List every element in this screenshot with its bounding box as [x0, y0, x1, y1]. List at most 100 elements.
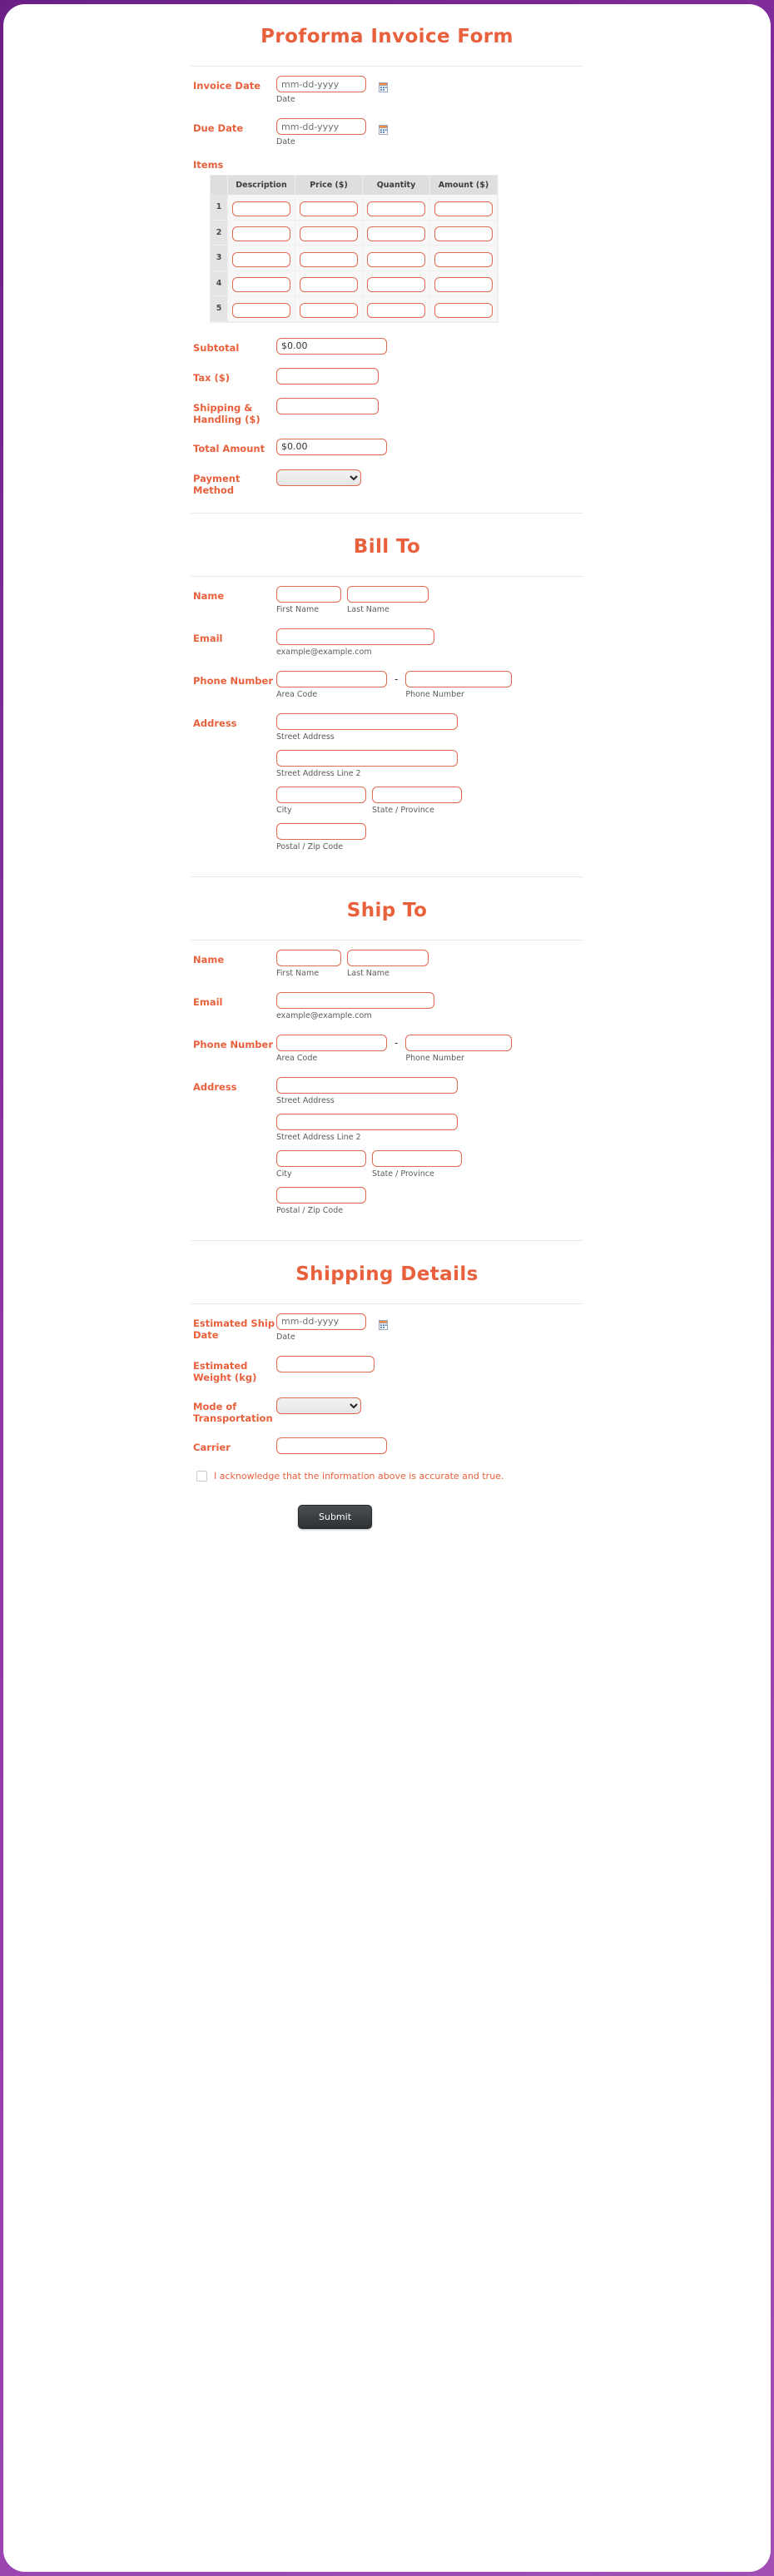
- items-label: Items: [193, 159, 224, 171]
- ship-last-name-input[interactable]: [347, 949, 429, 966]
- mode-of-transportation-select[interactable]: Air Sea Rail Road: [276, 1397, 361, 1414]
- ship-first-name-input[interactable]: [276, 949, 341, 966]
- bill-city-sublabel: City: [276, 805, 292, 815]
- ship-phone-number-sublabel: Phone Number: [405, 1053, 464, 1063]
- bill-street-address-input[interactable]: [276, 712, 458, 730]
- ship-city-input[interactable]: [276, 1149, 366, 1167]
- est-weight-input[interactable]: [276, 1355, 375, 1372]
- invoice-date-sublabel: Date: [276, 95, 295, 104]
- row-number: 4: [211, 271, 228, 296]
- item-price-input[interactable]: [300, 251, 358, 267]
- bill-phone-number-group: Phone Number: [405, 670, 513, 700]
- item-description-input[interactable]: [232, 226, 290, 241]
- table-row: 2: [211, 220, 498, 246]
- field-row-due-date: Due Date mm-dd-yyyy Date: [191, 110, 583, 152]
- item-amount-input[interactable]: [434, 302, 493, 318]
- acknowledge-checkbox[interactable]: [196, 1470, 207, 1482]
- calendar-icon[interactable]: [379, 122, 388, 135]
- item-price-input[interactable]: [300, 277, 358, 292]
- total-amount-field: [276, 438, 583, 455]
- bill-last-name-input[interactable]: [347, 585, 429, 603]
- bill-address-field: Street Address Street Address Line 2 Cit…: [276, 712, 583, 860]
- item-description-input[interactable]: [232, 201, 290, 216]
- due-date-input[interactable]: [276, 118, 366, 135]
- items-col-description: Description: [227, 176, 295, 195]
- ship-zip-input[interactable]: [276, 1186, 366, 1204]
- ship-state-input[interactable]: [372, 1149, 462, 1167]
- bill-zip-group: Postal / Zip Code: [276, 822, 583, 852]
- carrier-label: Carrier: [193, 1441, 231, 1453]
- bill-area-code-input[interactable]: [276, 670, 387, 687]
- form-card: Proforma Invoice Form Invoice Date mm-dd…: [3, 4, 771, 2572]
- bill-zip-sublabel: Postal / Zip Code: [276, 841, 344, 851]
- item-quantity-input[interactable]: [367, 302, 425, 318]
- acknowledge-row[interactable]: I acknowledge that the information above…: [191, 1459, 583, 1487]
- field-row-bill-phone: Phone Number Area Code - Phone Number: [191, 663, 583, 705]
- calendar-icon[interactable]: [379, 80, 388, 92]
- field-row-bill-name: Name First Name Last Name: [191, 578, 583, 620]
- ship-phone-label: Phone Number: [193, 1038, 274, 1050]
- item-amount-input[interactable]: [434, 201, 493, 216]
- item-description-input[interactable]: [232, 251, 290, 267]
- ship-email-input[interactable]: [276, 991, 434, 1009]
- bill-email-input[interactable]: [276, 628, 434, 645]
- ship-street-address-input[interactable]: [276, 1076, 458, 1094]
- payment-method-select[interactable]: Cash Check Credit Card Bank Transfer: [276, 469, 361, 486]
- row-number: 5: [211, 295, 228, 322]
- item-amount-input[interactable]: [434, 226, 493, 241]
- calendar-icon[interactable]: [379, 1318, 388, 1330]
- submit-row: Submit: [191, 1487, 583, 1554]
- item-amount-input[interactable]: [434, 251, 493, 267]
- cell-description: [227, 195, 295, 221]
- bill-last-name-sublabel: Last Name: [347, 604, 389, 614]
- shipping-handling-input[interactable]: [276, 397, 379, 414]
- est-ship-date-input[interactable]: [276, 1313, 366, 1330]
- cell-description: [227, 295, 295, 322]
- bill-first-name-group: First Name: [276, 585, 341, 615]
- page-title: Proforma Invoice Form: [260, 26, 514, 47]
- items-table: Description Price ($) Quantity Amount ($…: [211, 176, 498, 322]
- item-quantity-input[interactable]: [367, 226, 425, 241]
- cell-quantity: [362, 295, 430, 322]
- items-col-amount: Amount ($): [429, 176, 498, 195]
- invoice-date-input[interactable]: [276, 76, 366, 92]
- subtotal-input[interactable]: [276, 337, 387, 355]
- item-amount-input[interactable]: [434, 277, 493, 292]
- item-quantity-input[interactable]: [367, 251, 425, 267]
- invoice-date-label: Invoice Date: [193, 80, 261, 92]
- item-quantity-input[interactable]: [367, 201, 425, 216]
- item-price-input[interactable]: [300, 201, 358, 216]
- ship-street-address-2-input[interactable]: [276, 1113, 458, 1130]
- ship-area-code-input[interactable]: [276, 1034, 387, 1051]
- item-price-input[interactable]: [300, 226, 358, 241]
- payment-method-field: Cash Check Credit Card Bank Transfer: [276, 469, 583, 486]
- bill-state-sublabel: State / Province: [372, 805, 434, 815]
- item-quantity-input[interactable]: [367, 277, 425, 292]
- bill-name-field: First Name Last Name: [276, 585, 583, 615]
- cell-price: [295, 220, 363, 246]
- cell-amount: [429, 220, 498, 246]
- bill-zip-input[interactable]: [276, 822, 366, 840]
- ship-phone-number-input[interactable]: [405, 1034, 513, 1051]
- bill-first-name-input[interactable]: [276, 585, 341, 603]
- bill-street-address-2-input[interactable]: [276, 749, 458, 767]
- bill-street-sublabel: Street Address: [276, 732, 335, 742]
- ship-address-label: Address: [193, 1080, 237, 1093]
- ship-name-field: First Name Last Name: [276, 949, 583, 979]
- cell-amount: [429, 295, 498, 322]
- field-row-payment-method: Payment Method Cash Check Credit Card Ba…: [191, 460, 583, 501]
- item-description-input[interactable]: [232, 277, 290, 292]
- carrier-input[interactable]: [276, 1437, 387, 1454]
- field-row-subtotal: Subtotal: [191, 323, 583, 360]
- cell-amount: [429, 271, 498, 296]
- bill-city-input[interactable]: [276, 786, 366, 803]
- bill-phone-number-input[interactable]: [405, 670, 513, 687]
- item-price-input[interactable]: [300, 302, 358, 318]
- item-description-input[interactable]: [232, 302, 290, 318]
- tax-input[interactable]: [276, 367, 379, 385]
- total-amount-input[interactable]: [276, 438, 387, 455]
- submit-button[interactable]: Submit: [298, 1504, 373, 1529]
- bill-state-input[interactable]: [372, 786, 462, 803]
